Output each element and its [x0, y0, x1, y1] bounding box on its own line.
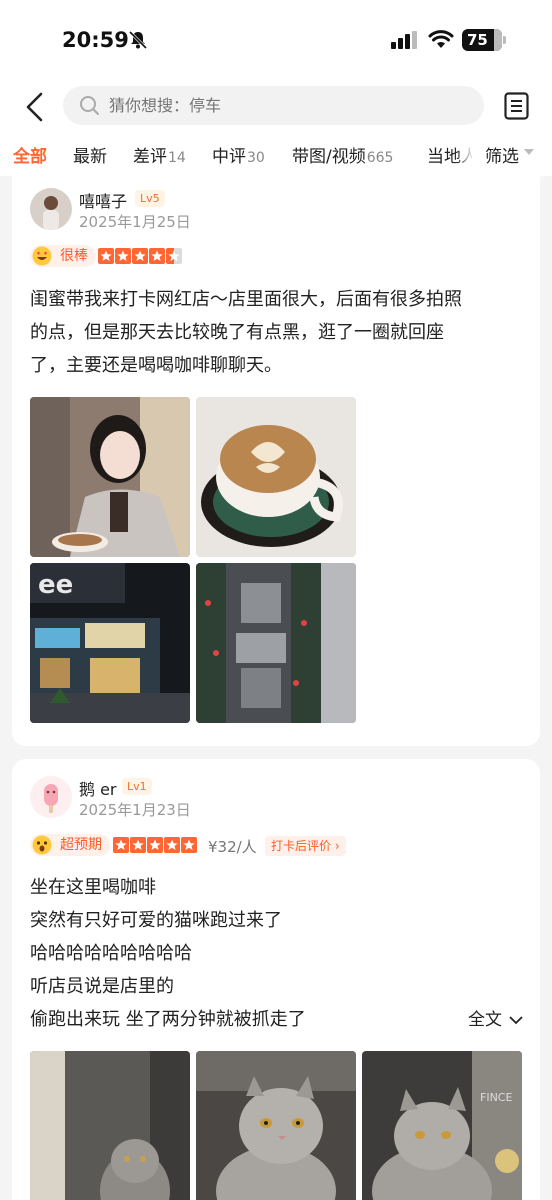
tab-label: 带图/视频 [292, 147, 366, 167]
decor-wall-photo[interactable] [196, 563, 356, 723]
review-text-line: 的点，但是那天去比较晚了有点黑，逛了一圈就回座 [30, 322, 444, 343]
review-date: 2025年1月23日 [79, 801, 191, 819]
chevron-down-icon [509, 1016, 524, 1025]
review-date: 2025年1月25日 [79, 213, 191, 231]
filter-button[interactable]: 筛选 [472, 132, 552, 176]
dropdown-triangle-icon [524, 149, 534, 155]
document-list-icon[interactable] [504, 92, 529, 120]
tab-neutral[interactable]: 中评30 [212, 142, 265, 167]
status-bar: 20:59 75 [0, 0, 552, 80]
back-arrow-icon[interactable] [22, 90, 50, 124]
review-text-line: 偷跑出来玩 坐了两分钟就被抓走了 [30, 1009, 306, 1030]
price-per-person: ¥32/人 [208, 838, 257, 856]
tab-locals[interactable]: 当地人 [427, 142, 478, 167]
review-text-line: 哈哈哈哈哈哈哈哈哈 [30, 943, 192, 964]
review-text-line: 听店员说是店里的 [30, 976, 174, 997]
star-icon [132, 248, 148, 264]
tab-latest[interactable]: 最新 [73, 142, 107, 167]
search-input[interactable] [109, 86, 469, 125]
battery-indicator: 75 [462, 29, 506, 51]
tab-with-media[interactable]: 带图/视频665 [292, 142, 393, 167]
search-bar[interactable] [63, 86, 484, 125]
review-text-line: 了，主要还是喝喝咖啡聊聊天。 [30, 355, 282, 376]
review-filter-tabs: 全部 最新 差评14 中评30 带图/视频665 当地人 筛选 [0, 132, 552, 176]
level-badge: Lv5 [135, 190, 165, 207]
tab-count: 14 [168, 150, 186, 166]
search-header [0, 80, 552, 132]
review-text-line: 突然有只好可爱的猫咪跑过来了 [30, 910, 282, 931]
review-card[interactable]: 嘻嘻子 Lv5 2025年1月25日 很棒 闺蜜带我来打卡网红店～店里面很大，后… [12, 176, 540, 746]
tab-all[interactable]: 全部 [13, 142, 47, 167]
star-rating [113, 837, 197, 853]
surprised-face-icon [32, 835, 52, 855]
level-badge: Lv1 [122, 778, 152, 795]
cellular-signal-icon [391, 31, 417, 49]
smile-heart-eyes-icon [32, 246, 52, 266]
tab-label: 最新 [73, 147, 107, 167]
tab-count: 30 [247, 150, 265, 166]
half-star-icon [166, 248, 182, 264]
review-text: 坐在这里喝咖啡 突然有只好可爱的猫咪跑过来了 哈哈哈哈哈哈哈哈哈 听店员说是店里… [30, 871, 520, 1036]
rating-label: 很棒 [60, 248, 88, 264]
rating-badge: 超预期 [30, 834, 110, 856]
bell-muted-icon [128, 30, 148, 50]
cat-photo-3[interactable]: FINCE [362, 1051, 522, 1200]
star-icon [130, 837, 146, 853]
battery-level: 75 [467, 31, 488, 49]
svg-text:ee: ee [38, 570, 73, 600]
tab-label: 全部 [13, 147, 47, 167]
tab-label: 差评 [133, 147, 167, 167]
latte-art-photo[interactable] [196, 397, 356, 557]
star-icon [113, 837, 129, 853]
selfie-photo[interactable] [30, 397, 190, 557]
expand-full-text-button[interactable]: 全文 [468, 1005, 524, 1030]
star-icon [115, 248, 131, 264]
review-card[interactable]: 鹅 er Lv1 2025年1月23日 超预期 ¥32/人 打卡后评价 › 坐在… [12, 759, 540, 1200]
svg-text:FINCE: FINCE [480, 1091, 512, 1104]
filter-label: 筛选 [485, 147, 519, 167]
storefront-night-photo[interactable]: ee [30, 563, 190, 723]
chevron-right-icon: › [334, 839, 340, 853]
tab-count: 665 [366, 150, 394, 166]
review-text-line: 坐在这里喝咖啡 [30, 877, 156, 898]
star-icon [164, 837, 180, 853]
reviewer-name[interactable]: 鹅 er [79, 776, 117, 800]
checkin-review-tag[interactable]: 打卡后评价 › [265, 836, 346, 856]
tab-negative[interactable]: 差评14 [133, 142, 186, 167]
cat-photo-2[interactable] [196, 1051, 356, 1200]
cat-photo-1[interactable] [30, 1051, 190, 1200]
star-icon [149, 248, 165, 264]
full-text-label: 全文 [468, 1010, 502, 1030]
star-icon [98, 248, 114, 264]
star-icon [147, 837, 163, 853]
tab-label: 中评 [212, 147, 246, 167]
avatar[interactable] [30, 188, 72, 230]
search-icon [80, 96, 99, 115]
review-text: 闺蜜带我来打卡网红店～店里面很大，后面有很多拍照 的点，但是那天去比较晚了有点黑… [30, 283, 520, 382]
star-rating [98, 248, 182, 264]
wifi-icon [428, 30, 454, 48]
status-time: 20:59 [62, 28, 129, 52]
checkin-label: 打卡后评价 [271, 839, 332, 853]
rating-label: 超预期 [60, 837, 102, 853]
tab-label: 当地人 [427, 147, 478, 167]
reviewer-name[interactable]: 嘻嘻子 [79, 188, 127, 212]
rating-badge: 很棒 [30, 245, 96, 267]
star-icon [181, 837, 197, 853]
review-text-line: 闺蜜带我来打卡网红店～店里面很大，后面有很多拍照 [30, 289, 462, 310]
avatar[interactable] [30, 776, 72, 818]
